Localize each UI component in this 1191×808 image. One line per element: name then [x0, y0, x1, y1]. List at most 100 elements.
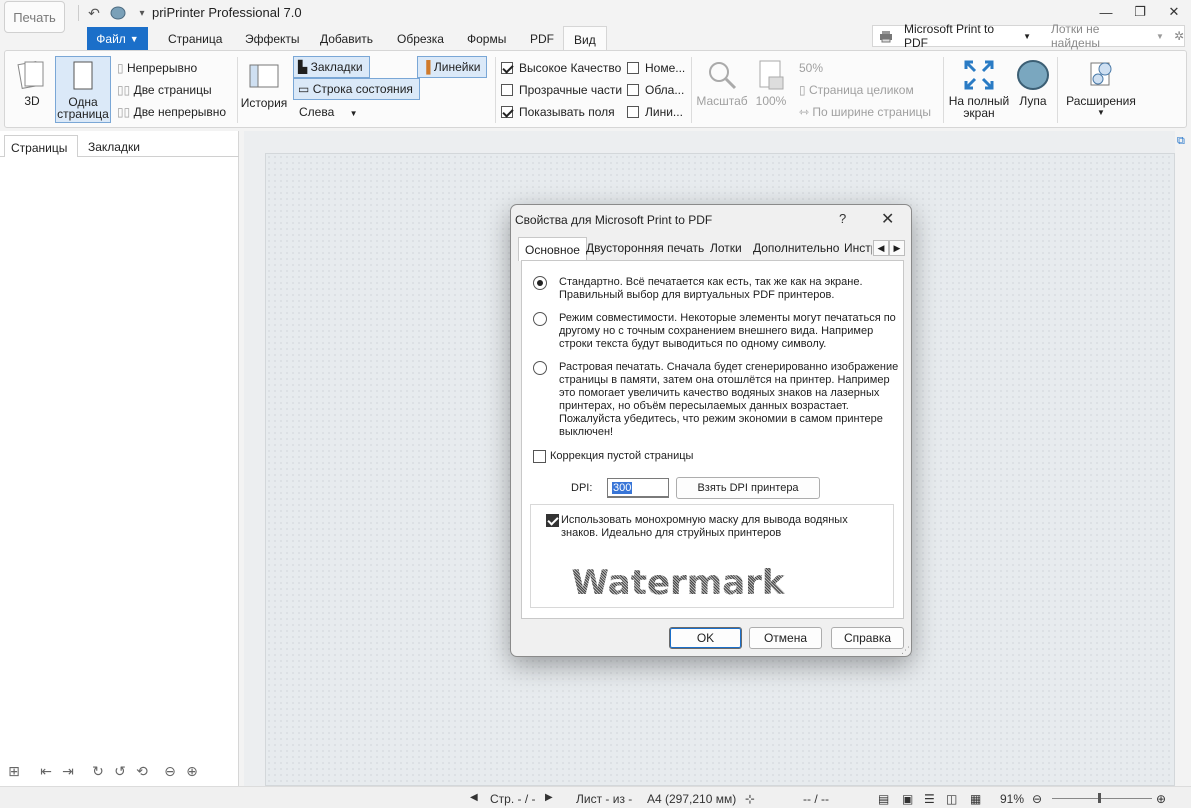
chevron-down-icon: ▼: [129, 33, 139, 44]
printer-selector[interactable]: Microsoft Print to PDF ▼ Лотки не найден…: [872, 22, 1185, 50]
close-icon[interactable]: ✕: [881, 209, 894, 229]
tab-scroll-right-icon[interactable]: ▶: [889, 240, 905, 256]
bookmarks-toggle[interactable]: ▙ Закладки: [293, 56, 370, 78]
compatibility-mode-radio[interactable]: [533, 312, 547, 326]
zoom-out-icon[interactable]: ⊖: [1032, 792, 1042, 806]
dpi-input[interactable]: 300: [607, 478, 669, 498]
tab-basic[interactable]: Основное: [518, 237, 587, 261]
view-mode-icon[interactable]: ▤: [878, 792, 889, 806]
menu-item-forms[interactable]: Формы: [467, 32, 506, 46]
resize-grip-icon[interactable]: ⋰: [901, 645, 910, 656]
rulers-toggle[interactable]: ▐ Линейки: [417, 56, 488, 78]
maximize-icon[interactable]: ❐: [1123, 0, 1157, 24]
rulers-toggle-label: Линейки: [433, 60, 481, 74]
menu-item-page[interactable]: Страница: [168, 32, 222, 46]
show-margins-label: Показывать поля: [519, 105, 615, 119]
tab-duplex[interactable]: Двусторонняя печать: [586, 241, 704, 255]
tab-pages[interactable]: Страницы: [4, 135, 78, 157]
extensions-button[interactable]: Расширения ▼: [1065, 59, 1137, 119]
raster-mode-radio[interactable]: [533, 361, 547, 375]
magnifier-icon[interactable]: [109, 4, 127, 22]
dpi-value: 300: [612, 482, 633, 494]
prev-page-icon[interactable]: ◀: [470, 792, 478, 803]
dpi-label: DPI:: [571, 482, 593, 494]
zoom-out-icon[interactable]: ⊖: [160, 761, 180, 781]
zoom-slider-thumb[interactable]: [1098, 793, 1101, 803]
grid-view-icon[interactable]: ▦: [970, 792, 981, 806]
tab-scroll-left-icon[interactable]: ◀: [873, 240, 889, 256]
close-icon[interactable]: ✕: [1157, 0, 1191, 24]
continuous-button[interactable]: ▯ Непрерывно: [117, 61, 197, 75]
tab-bookmarks[interactable]: Закладки: [82, 135, 146, 157]
panel-toggle-icon[interactable]: ⧉: [1177, 135, 1191, 148]
chevron-down-icon[interactable]: ▼: [1156, 32, 1164, 41]
menu-item-pdf[interactable]: PDF: [530, 32, 554, 46]
mono-mask-checkbox[interactable]: [546, 514, 559, 527]
tab-tools[interactable]: Инстр: [844, 241, 872, 255]
numbers-checkbox[interactable]: Номе...: [627, 61, 685, 75]
zoom-50-button[interactable]: 50%: [799, 61, 823, 75]
import-icon[interactable]: ⇤: [36, 761, 56, 781]
tab-advanced[interactable]: Дополнительно: [753, 241, 839, 255]
scale-button[interactable]: Масштаб: [696, 59, 748, 107]
two-continuous-button[interactable]: ▯▯ Две непрерывно: [117, 105, 226, 119]
two-pages-button[interactable]: ▯▯ Две страницы: [117, 83, 212, 97]
view-3d-button[interactable]: 3D: [17, 59, 47, 107]
menu-item-effects[interactable]: Эффекты: [245, 32, 300, 46]
empty-page-fix-checkbox[interactable]: [533, 450, 546, 463]
transparent-parts-checkbox[interactable]: Прозрачные части: [501, 83, 622, 97]
lines-checkbox[interactable]: Лини...: [627, 105, 683, 119]
menu-item-add[interactable]: Добавить: [320, 32, 373, 46]
tab-trays[interactable]: Лотки: [710, 241, 742, 255]
standard-mode-radio[interactable]: [533, 276, 547, 290]
one-page-button[interactable]: Одна страница: [55, 56, 111, 123]
numbers-label: Номе...: [645, 61, 686, 75]
magnifier-label: Лупа: [1019, 94, 1047, 108]
undo-icon[interactable]: ↶: [85, 4, 103, 22]
get-printer-dpi-button[interactable]: Взять DPI принтера: [676, 477, 820, 499]
help-icon[interactable]: ?: [839, 211, 846, 226]
help-button[interactable]: Справка: [831, 627, 904, 649]
checkbox-unchecked: [627, 106, 639, 118]
rotate-left-icon[interactable]: ↺: [110, 761, 130, 781]
menu-item-view[interactable]: Вид: [563, 26, 607, 51]
minimize-icon[interactable]: —: [1089, 0, 1123, 24]
fullscreen-icon: [964, 60, 994, 90]
zoom-slider[interactable]: [1052, 798, 1152, 799]
areas-checkbox[interactable]: Обла...: [627, 83, 684, 97]
high-quality-checkbox[interactable]: Высокое Качество: [501, 61, 621, 75]
trays-select[interactable]: Лотки не найдены: [1051, 22, 1148, 50]
two-pages-label: Две страницы: [133, 83, 212, 97]
fullscreen-button[interactable]: На полный экран: [947, 59, 1011, 119]
continuous-icon: ▯: [117, 61, 124, 75]
ok-button[interactable]: OK: [669, 627, 742, 649]
zoom-in-icon[interactable]: ⊕: [182, 761, 202, 781]
add-page-icon[interactable]: ⊞: [4, 761, 24, 781]
zoom-100-button[interactable]: 100%: [753, 59, 789, 107]
status-bar-toggle[interactable]: ▭ Строка состояния: [293, 78, 420, 100]
dialog-title: Свойства для Microsoft Print to PDF: [515, 213, 713, 227]
export-icon[interactable]: ⇥: [58, 761, 78, 781]
history-button[interactable]: История: [241, 61, 287, 109]
panel-position-dropdown[interactable]: Слева ▼: [299, 105, 358, 119]
customize-toolbar-icon[interactable]: ▾: [133, 4, 151, 22]
rotate-icon[interactable]: ⟲: [132, 761, 152, 781]
next-page-icon[interactable]: ▶: [545, 792, 553, 803]
chevron-down-icon[interactable]: ▼: [1023, 32, 1031, 41]
basic-tab-panel: Стандартно. Всё печатается как есть, так…: [521, 260, 904, 619]
compatibility-mode-label: Режим совместимости. Некоторые элементы …: [559, 312, 896, 350]
vertical-scrollbar[interactable]: ⧉: [1175, 131, 1191, 786]
continuous-view-icon[interactable]: ☰: [924, 792, 935, 806]
file-menu[interactable]: Файл ▼: [87, 27, 148, 50]
gear-icon[interactable]: ✲: [1174, 29, 1184, 43]
two-page-view-icon[interactable]: ◫: [946, 792, 957, 806]
magnifier-button[interactable]: Лупа: [1015, 59, 1051, 107]
rotate-right-icon[interactable]: ↻: [88, 761, 108, 781]
whole-page-button[interactable]: ▯ Страница целиком: [799, 83, 914, 97]
one-page-view-icon[interactable]: ▣: [902, 792, 913, 806]
show-margins-checkbox[interactable]: Показывать поля: [501, 105, 615, 119]
zoom-in-icon[interactable]: ⊕: [1156, 792, 1166, 806]
menu-item-crop[interactable]: Обрезка: [397, 32, 444, 46]
page-width-button[interactable]: ⇿ По ширине страницы: [799, 105, 931, 119]
cancel-button[interactable]: Отмена: [749, 627, 822, 649]
